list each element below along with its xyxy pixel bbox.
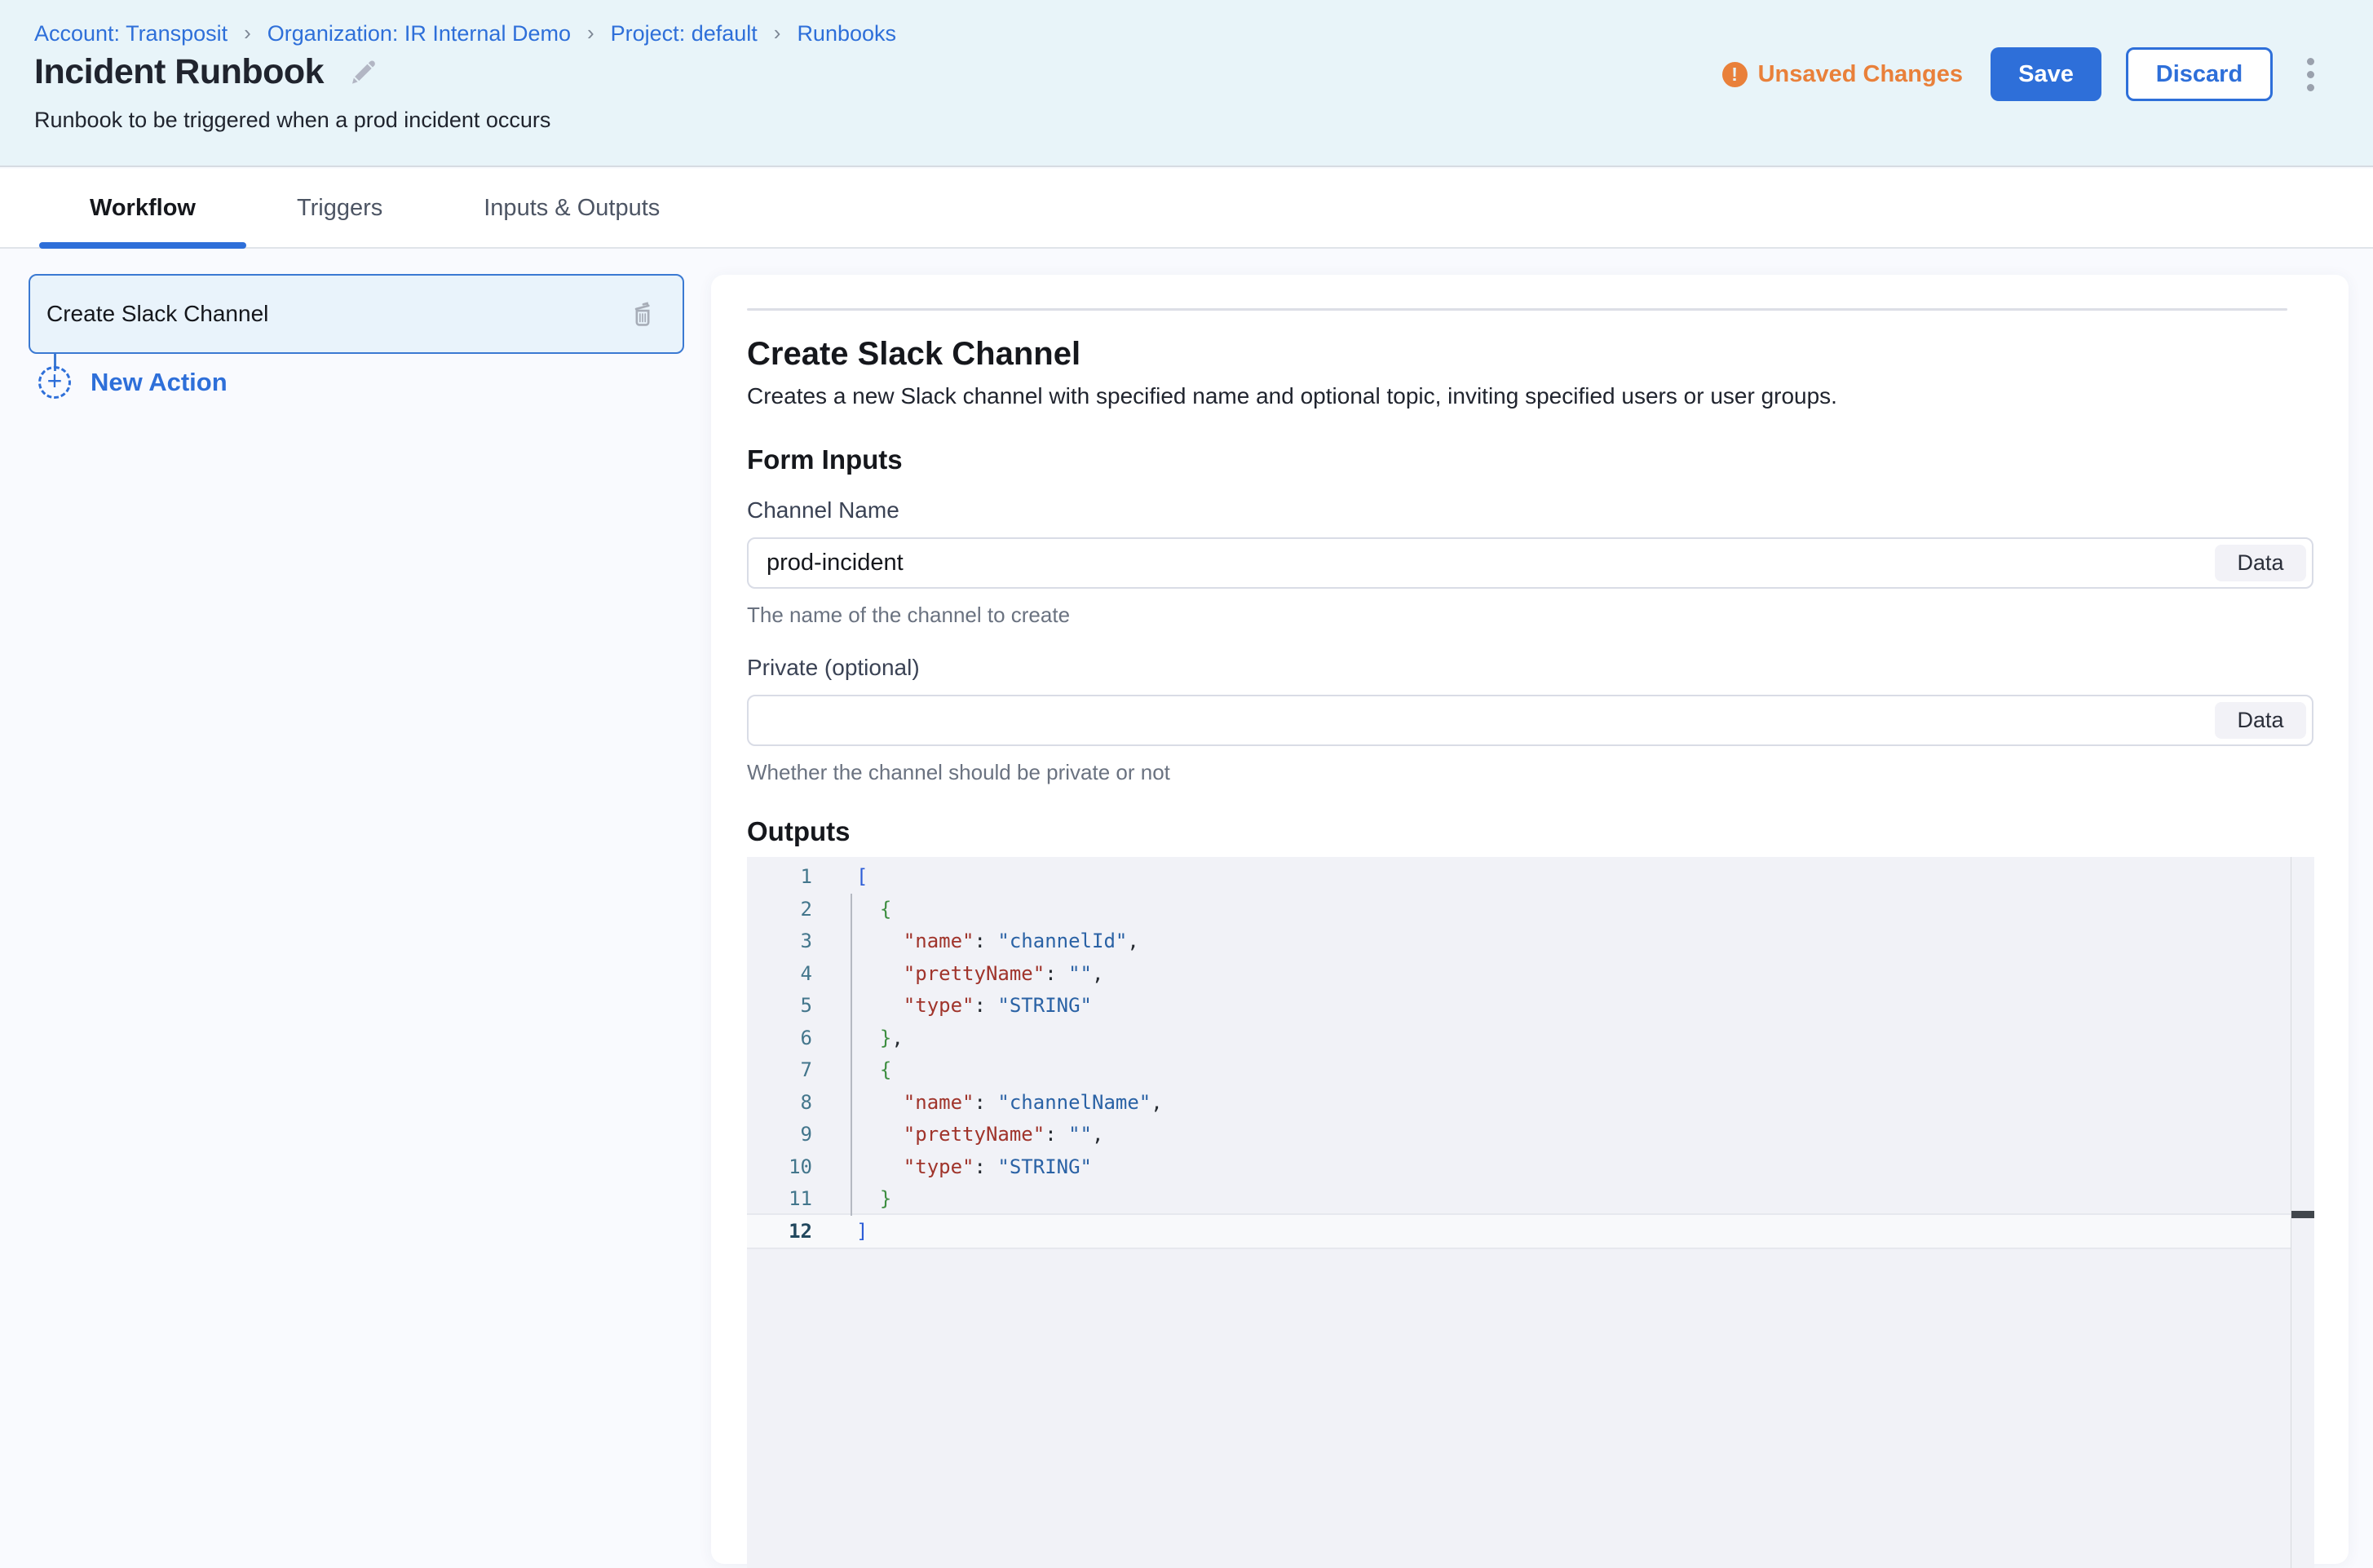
line-number: 8 xyxy=(747,1087,812,1120)
discard-button[interactable]: Discard xyxy=(2126,47,2273,101)
line-number: 1 xyxy=(747,861,812,894)
line-number: 10 xyxy=(747,1151,812,1184)
field-help-private-optional: Whether the channel should be private or… xyxy=(747,760,2316,785)
field-help-channel-name: The name of the channel to create xyxy=(747,603,2316,628)
line-number: 2 xyxy=(747,894,812,926)
line-number: 12 xyxy=(747,1216,812,1248)
line-number: 6 xyxy=(747,1023,812,1055)
outputs-heading: Outputs xyxy=(747,816,2316,847)
code-line-7: 7 { xyxy=(747,1054,2291,1087)
section-divider xyxy=(747,308,2287,311)
tab-bar: WorkflowTriggersInputs & Outputs xyxy=(0,169,2373,249)
field-input-wrap-private-optional: Data xyxy=(747,695,2313,746)
plus-icon: + xyxy=(38,366,71,399)
save-button[interactable]: Save xyxy=(1991,47,2101,101)
breadcrumb-separator-icon: › xyxy=(587,20,594,46)
line-number: 9 xyxy=(747,1119,812,1151)
content-area: Create Slack Channel + New Action Create… xyxy=(0,250,2373,1567)
unsaved-changes-badge: ! Unsaved Changes xyxy=(1722,61,1963,88)
edit-title-pencil-icon[interactable] xyxy=(347,56,379,89)
tab-inputs-outputs[interactable]: Inputs & Outputs xyxy=(433,169,710,247)
field-label-private-optional: Private (optional) xyxy=(747,655,2316,681)
channel-name-input[interactable] xyxy=(767,550,2202,576)
code-line-12: 12] xyxy=(747,1216,2291,1248)
page-subtitle: Runbook to be triggered when a prod inci… xyxy=(34,108,550,133)
action-detail-panel: Create Slack Channel Creates a new Slack… xyxy=(711,275,2349,1564)
breadcrumb-separator-icon: › xyxy=(774,20,781,46)
code-line-3: 3 "name": "channelId", xyxy=(747,925,2291,958)
line-number: 11 xyxy=(747,1183,812,1216)
header-actions: ! Unsaved Changes Save Discard xyxy=(1722,47,2322,101)
line-number: 5 xyxy=(747,990,812,1023)
tab-triggers[interactable]: Triggers xyxy=(246,169,433,247)
private-optional-input[interactable] xyxy=(767,707,2202,734)
action-detail-description: Creates a new Slack channel with specifi… xyxy=(747,383,2316,409)
breadcrumb-separator-icon: › xyxy=(244,20,251,46)
code-line-10: 10 "type": "STRING" xyxy=(747,1151,2291,1184)
delete-action-trash-icon[interactable] xyxy=(627,298,658,329)
tab-workflow[interactable]: Workflow xyxy=(39,169,246,247)
form-fields: Channel Name Data The name of the channel … xyxy=(747,497,2316,785)
private-optional-data-button[interactable]: Data xyxy=(2215,702,2306,739)
form-inputs-heading: Form Inputs xyxy=(747,444,2316,475)
outputs-code-editor[interactable]: 1[2 {3 "name": "channelId",4 "prettyName… xyxy=(747,857,2314,1568)
code-line-9: 9 "prettyName": "", xyxy=(747,1119,2291,1151)
breadcrumb-link[interactable]: Account: Transposit xyxy=(34,21,228,46)
new-action-label: New Action xyxy=(91,368,228,397)
line-number: 3 xyxy=(747,925,812,958)
line-number: 7 xyxy=(747,1054,812,1087)
page-title: Incident Runbook xyxy=(34,52,324,92)
page-header: Account: Transposit › Organization: IR Int… xyxy=(0,0,2373,167)
action-detail-title: Create Slack Channel xyxy=(747,336,2316,373)
breadcrumb-link[interactable]: Organization: IR Internal Demo xyxy=(267,21,571,46)
line-number: 4 xyxy=(747,958,812,991)
new-action-button[interactable]: + New Action xyxy=(38,366,228,399)
code-line-2: 2 { xyxy=(747,894,2291,926)
code-line-6: 6 }, xyxy=(747,1023,2291,1055)
more-options-kebab-icon[interactable] xyxy=(2299,51,2322,98)
code-line-5: 5 "type": "STRING" xyxy=(747,990,2291,1023)
code-lines: 1[2 {3 "name": "channelId",4 "prettyName… xyxy=(747,861,2291,1248)
alert-icon: ! xyxy=(1722,62,1748,87)
breadcrumb-link[interactable]: Runbooks xyxy=(797,21,896,46)
code-line-11: 11 } xyxy=(747,1183,2291,1216)
cursor-position-marker xyxy=(2291,1211,2314,1218)
code-line-8: 8 "name": "channelName", xyxy=(747,1087,2291,1120)
field-label-channel-name: Channel Name xyxy=(747,497,2316,523)
channel-name-data-button[interactable]: Data xyxy=(2215,545,2306,581)
workflow-action-card[interactable]: Create Slack Channel xyxy=(29,274,684,354)
title-row: Incident Runbook xyxy=(34,52,379,92)
field-input-wrap-channel-name: Data xyxy=(747,537,2313,589)
workflow-steps-panel: Create Slack Channel + New Action xyxy=(0,250,711,1567)
code-line-1: 1[ xyxy=(747,861,2291,894)
breadcrumb-link[interactable]: Project: default xyxy=(611,21,758,46)
breadcrumb: Account: Transposit › Organization: IR Int… xyxy=(34,21,896,46)
unsaved-changes-label: Unsaved Changes xyxy=(1758,61,1963,88)
code-line-4: 4 "prettyName": "", xyxy=(747,958,2291,991)
action-card-label: Create Slack Channel xyxy=(46,301,268,327)
